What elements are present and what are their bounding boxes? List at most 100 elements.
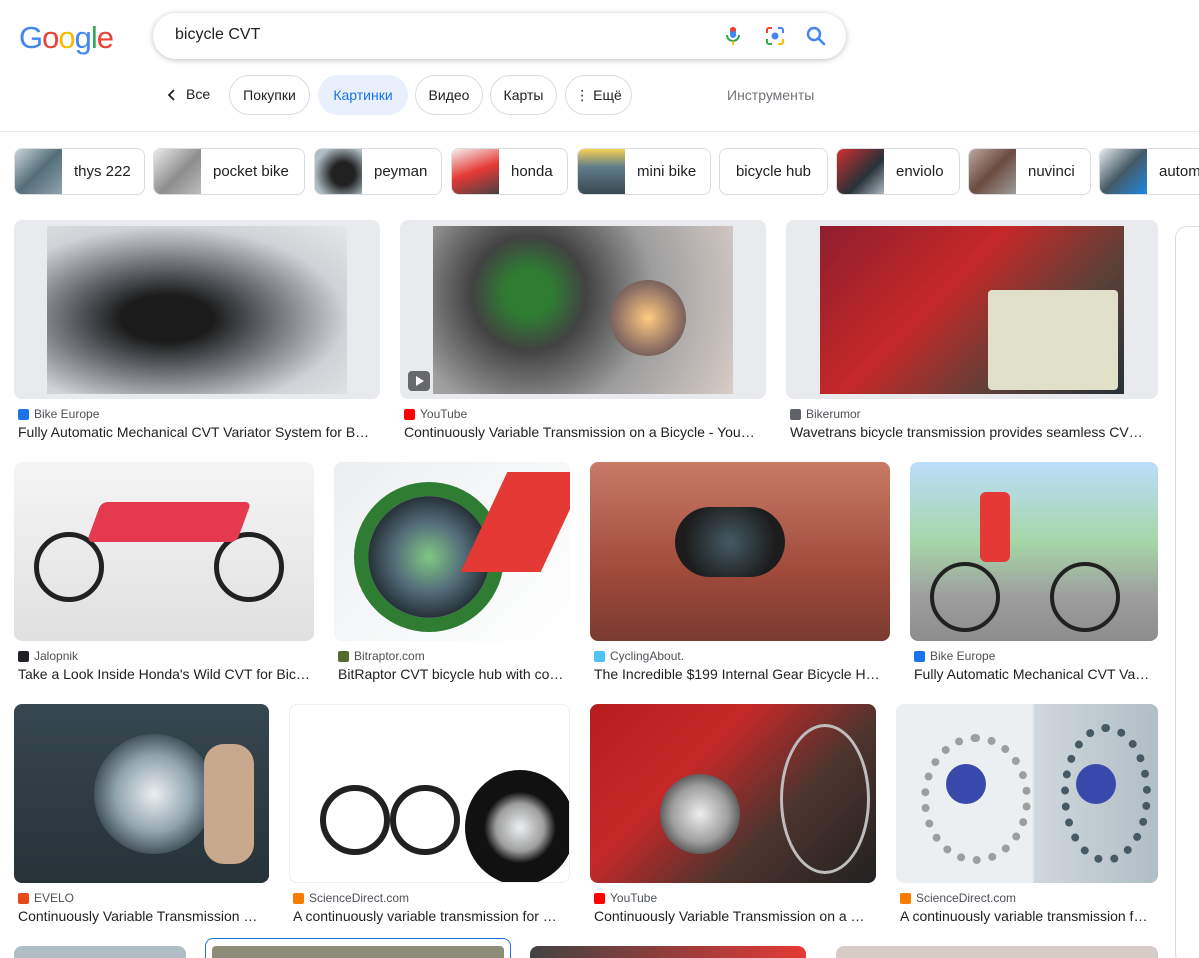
result-image[interactable] (14, 946, 186, 958)
search-icon[interactable] (804, 24, 828, 48)
result-title[interactable]: BitRaptor CVT bicycle hub with co… (338, 666, 570, 682)
tab-videos[interactable]: Видео (415, 75, 483, 115)
related-chip-label: nuvinci (1028, 163, 1075, 180)
result-title[interactable]: Fully Automatic Mechanical CVT Va… (914, 666, 1158, 682)
related-chip-label: bicycle hub (735, 163, 812, 180)
related-chip-nuvinci[interactable]: nuvinci (968, 148, 1091, 195)
chip-thumbnail (452, 149, 499, 194)
result-image[interactable] (14, 704, 269, 883)
related-chip-thys[interactable]: thys 222 (14, 148, 145, 195)
result-title[interactable]: Continuously Variable Transmission … (18, 908, 269, 924)
source-label: EVELO (34, 891, 75, 905)
search-box[interactable]: bicycle CVT (153, 13, 846, 59)
logo-letter: e (96, 20, 114, 55)
related-chip-label: honda (511, 163, 553, 180)
chip-thumbnail (15, 149, 62, 194)
result-source: Jalopnik (18, 649, 78, 663)
result-image[interactable] (289, 704, 570, 883)
result-image[interactable] (786, 220, 1158, 399)
favicon-icon (293, 892, 304, 904)
result-source: YouTube (404, 407, 467, 421)
result-source: Bike Europe (18, 407, 99, 421)
favicon-icon (594, 650, 605, 662)
header-divider (0, 131, 1199, 132)
favicon-icon (790, 408, 801, 420)
chip-thumbnail (969, 149, 1016, 194)
chevron-left-icon[interactable] (165, 86, 179, 104)
source-label: Bike Europe (34, 407, 100, 421)
logo-letter: g (74, 20, 92, 55)
related-chip-autom[interactable]: autom (1099, 148, 1199, 195)
favicon-icon (594, 892, 605, 904)
chip-thumbnail (837, 149, 884, 194)
favicon-icon (338, 650, 349, 662)
result-image[interactable] (590, 704, 876, 883)
result-title[interactable]: Continuously Variable Transmission on a … (594, 908, 876, 924)
result-title[interactable]: A continuously variable transmission for… (293, 908, 570, 924)
tab-maps[interactable]: Карты (490, 75, 557, 115)
tab-images[interactable]: Картинки (318, 75, 408, 115)
result-image[interactable] (836, 946, 1158, 958)
source-label: Bike Europe (930, 649, 996, 663)
source-label: ScienceDirect.com (309, 891, 410, 905)
result-source: ScienceDirect.com (900, 891, 1016, 905)
related-chip-enviolo[interactable]: enviolo (836, 148, 960, 195)
tab-shopping[interactable]: Покупки (229, 75, 310, 115)
favicon-icon (900, 892, 911, 904)
source-label: YouTube (420, 407, 468, 421)
chip-thumbnail (1100, 149, 1147, 194)
result-source: YouTube (594, 891, 657, 905)
related-chip-label: thys 222 (74, 163, 131, 180)
tools-button[interactable]: Инструменты (727, 87, 814, 103)
tab-more[interactable]: ⋮ Ещё (565, 75, 632, 115)
favicon-icon (18, 650, 29, 662)
result-title[interactable]: A continuously variable transmission f… (900, 908, 1158, 924)
search-input[interactable]: bicycle CVT (175, 26, 260, 44)
favicon-icon (914, 650, 925, 662)
tab-all[interactable]: Все (186, 86, 210, 102)
result-title[interactable]: Wavetrans bicycle transmission provides … (790, 424, 1152, 440)
related-chip-bicycle-hub[interactable]: bicycle hub (719, 148, 828, 195)
result-image[interactable] (14, 220, 380, 399)
result-image[interactable] (530, 946, 806, 958)
chip-thumbnail (578, 149, 625, 194)
result-image[interactable] (896, 704, 1158, 883)
related-chip-label: autom (1159, 163, 1199, 180)
related-chip-pocket-bike[interactable]: pocket bike (153, 148, 305, 195)
related-chip-label: pocket bike (213, 163, 289, 180)
result-image[interactable] (205, 938, 511, 958)
chip-thumbnail (315, 149, 362, 194)
source-label: ScienceDirect.com (916, 891, 1017, 905)
result-source: ScienceDirect.com (293, 891, 409, 905)
logo-letter: o (42, 20, 59, 55)
result-image[interactable] (14, 462, 314, 641)
result-title[interactable]: Take a Look Inside Honda's Wild CVT for … (18, 666, 314, 682)
related-chip-label: enviolo (896, 163, 944, 180)
result-image[interactable] (910, 462, 1158, 641)
microphone-icon[interactable] (721, 24, 745, 48)
related-chip-honda[interactable]: honda (451, 148, 568, 195)
side-panel[interactable] (1175, 226, 1199, 958)
result-image[interactable] (334, 462, 570, 641)
result-source: Bitraptor.com (338, 649, 425, 663)
favicon-icon (18, 892, 29, 904)
result-title[interactable]: The Incredible $199 Internal Gear Bicycl… (594, 666, 890, 682)
related-chip-peyman[interactable]: peyman (314, 148, 442, 195)
related-chip-label: mini bike (637, 163, 697, 180)
related-chip-mini-bike[interactable]: mini bike (577, 148, 711, 195)
related-chip-label: peyman (374, 163, 428, 180)
result-source: Bikerumor (790, 407, 861, 421)
google-logo[interactable]: Google (19, 20, 114, 56)
result-source: CyclingAbout. (594, 649, 684, 663)
logo-letter: G (19, 20, 43, 55)
camera-lens-icon[interactable] (763, 24, 787, 48)
result-image[interactable] (400, 220, 766, 399)
result-source: Bike Europe (914, 649, 995, 663)
result-title[interactable]: Fully Automatic Mechanical CVT Variator … (18, 424, 380, 440)
result-image[interactable] (590, 462, 890, 641)
result-title[interactable]: Continuously Variable Transmission on a … (404, 424, 766, 440)
result-source: EVELO (18, 891, 74, 905)
favicon-icon (18, 408, 29, 420)
logo-letter: o (58, 20, 75, 55)
favicon-icon (404, 408, 415, 420)
